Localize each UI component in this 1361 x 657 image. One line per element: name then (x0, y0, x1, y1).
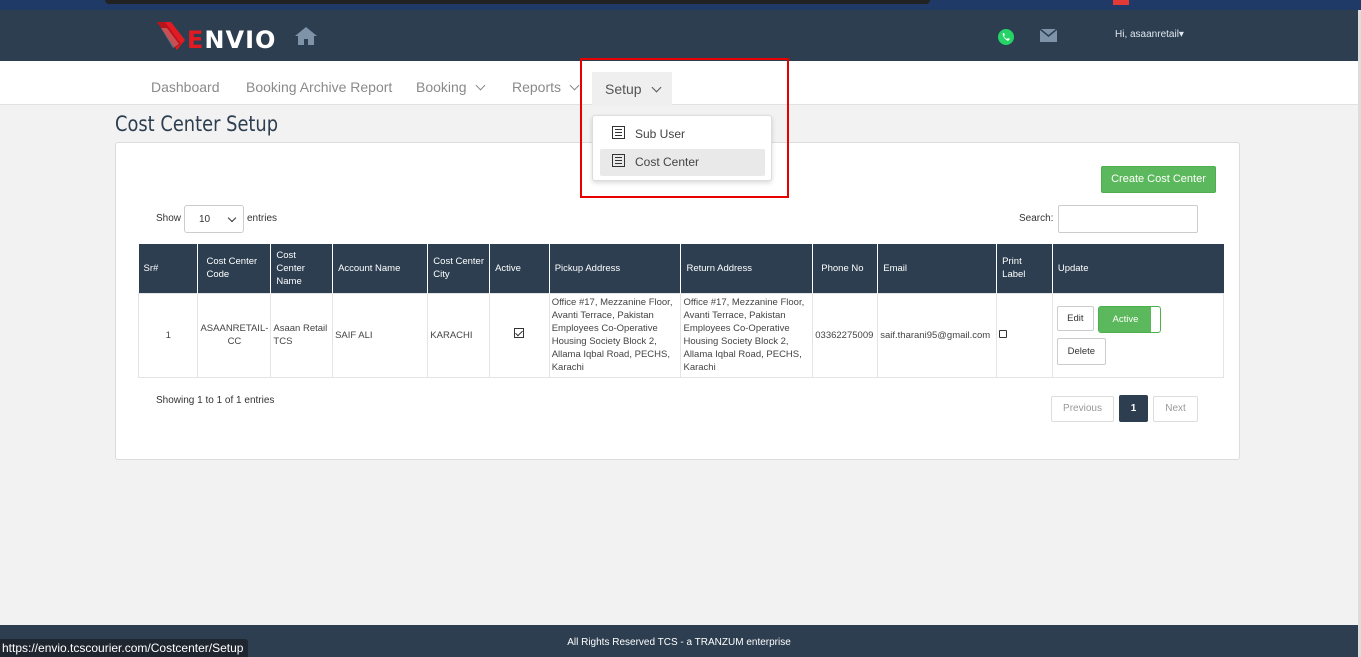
col-account-name[interactable]: Account Name (332, 244, 429, 293)
col-print-label[interactable]: Print Label (996, 244, 1053, 293)
pagination-next[interactable]: Next (1153, 396, 1198, 422)
pagination-previous[interactable]: Previous (1051, 396, 1114, 422)
home-icon[interactable] (294, 26, 318, 46)
browser-status-url: https://envio.tcscourier.com/Costcenter/… (0, 639, 249, 657)
cell-code: ASAANRETAIL-CC (197, 292, 272, 378)
check-square-icon (514, 328, 525, 338)
nav-dashboard[interactable]: Dashboard (151, 79, 220, 95)
notification-badge (1113, 0, 1129, 5)
show-label: Show (156, 213, 182, 224)
cell-active (489, 292, 550, 378)
logo-rest: NVIO (204, 26, 277, 54)
col-phone-no[interactable]: Phone No (812, 244, 879, 293)
chevron-down-icon (569, 80, 580, 91)
envio-logo-mark-icon (157, 22, 185, 50)
pagination-info: Showing 1 to 1 of 1 entries (156, 395, 275, 406)
col-sr[interactable]: Sr# (138, 244, 199, 293)
cost-center-table: Sr# Cost Center Code Cost Center Name Ac… (137, 244, 1225, 378)
cell-pickup-address: Office #17, Mezzanine Floor, Avanti Terr… (548, 292, 682, 378)
entries-select-value: 10 (199, 214, 211, 225)
cell-phone: 03362275009 (812, 292, 879, 378)
user-greeting: Hi, asaanretail (1115, 29, 1179, 40)
nav-booking[interactable]: Booking (416, 79, 486, 95)
cell-account: SAIF ALI (332, 292, 429, 378)
active-toggle[interactable]: Active (1098, 305, 1162, 333)
nav-reports-label: Reports (512, 79, 562, 95)
search-label: Search: (1019, 213, 1054, 224)
cell-return-address: Office #17, Mezzanine Floor, Avanti Terr… (680, 292, 814, 378)
nav-booking-archive-report[interactable]: Booking Archive Report (246, 79, 392, 95)
cell-print-label (996, 292, 1053, 378)
table-row: 1 ASAANRETAIL-CC Asaan Retail TCS SAIF A… (137, 292, 1225, 378)
cell-city: KARACHI (427, 292, 491, 378)
cell-update: Edit Active Delete (1051, 292, 1225, 378)
col-cost-center-code[interactable]: Cost Center Code (197, 244, 272, 293)
search-input[interactable] (1058, 205, 1198, 233)
col-cost-center-city[interactable]: Cost Center City (427, 244, 491, 293)
edit-button[interactable]: Edit (1056, 305, 1094, 331)
col-email[interactable]: Email (877, 244, 998, 293)
cell-sr: 1 (137, 292, 199, 378)
chevron-down-icon (475, 80, 486, 91)
table-header-row: Sr# Cost Center Code Cost Center Name Ac… (138, 244, 1224, 293)
entries-label: entries (247, 213, 278, 224)
user-menu[interactable]: Hi, asaanretail▾ (1115, 29, 1184, 40)
pagination-page-1[interactable]: 1 (1119, 395, 1148, 422)
col-active[interactable]: Active (489, 244, 550, 293)
create-cost-center-button[interactable]: Create Cost Center (1101, 166, 1216, 193)
col-pickup-address[interactable]: Pickup Address (549, 244, 682, 293)
col-cost-center-name[interactable]: Cost Center Name (270, 244, 334, 293)
active-toggle-label: Active (1099, 306, 1152, 332)
cell-name: Asaan Retail TCS (270, 292, 334, 378)
caret-down-icon: ▾ (1178, 29, 1184, 40)
page-title: Cost Center Setup (115, 112, 279, 136)
envio-logo[interactable]: ENVIO (155, 16, 276, 56)
entries-per-page-select[interactable]: 10 (184, 205, 244, 233)
chevron-down-icon (227, 213, 237, 223)
highlight-annotation-box (580, 58, 789, 198)
delete-button[interactable]: Delete (1056, 337, 1106, 365)
nav-booking-label: Booking (416, 79, 467, 95)
print-label-checkbox[interactable] (999, 329, 1008, 338)
mail-icon[interactable] (1040, 29, 1057, 42)
col-return-address[interactable]: Return Address (680, 244, 814, 293)
nav-reports[interactable]: Reports (512, 79, 580, 95)
browser-top-strip (0, 0, 1361, 10)
app-header: ENVIO Hi, asaanretail▾ (0, 10, 1358, 61)
whatsapp-icon[interactable] (997, 28, 1015, 46)
cell-email: saif.tharani95@gmail.com (877, 292, 998, 378)
logo-text: ENVIO (187, 26, 276, 54)
browser-tab-strip (105, 0, 930, 4)
col-update: Update (1052, 244, 1224, 293)
update-actions-row: Edit Active (1056, 305, 1221, 333)
